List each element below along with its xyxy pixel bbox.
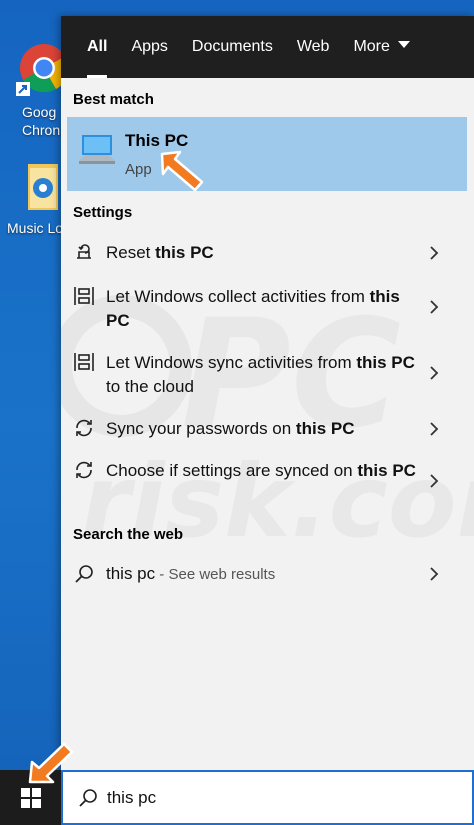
chrome-icon: [16, 44, 62, 96]
text-part: Let Windows sync activities from: [106, 353, 357, 372]
best-match-type: App: [125, 161, 152, 178]
windows-logo-icon: [20, 787, 41, 808]
settings-item-sync-passwords[interactable]: Sync your passwords on this PC: [61, 414, 474, 444]
chevron-right-icon: [430, 300, 439, 314]
text-part-bold: this PC: [295, 419, 355, 438]
settings-item-label: Let Windows collect activities from this…: [106, 285, 416, 333]
sync-icon: [76, 461, 92, 479]
timeline-icon: [74, 287, 94, 305]
web-heading: Search the web: [73, 526, 184, 543]
text-part-bold: this PC: [155, 243, 214, 262]
tab-more[interactable]: More: [341, 16, 421, 78]
settings-heading: Settings: [73, 204, 133, 221]
tab-label: Web: [296, 38, 330, 55]
best-match-heading: Best match: [73, 91, 154, 108]
settings-item-label: Let Windows sync activities from this PC…: [106, 351, 416, 399]
text-part: Choose if settings are synced on: [106, 461, 358, 480]
web-result-label: this pc - See web results: [106, 562, 416, 587]
text-part: Sync your passwords on: [106, 419, 296, 438]
best-match-name: This PC: [125, 131, 189, 150]
desktop-folder-label: Music Lo: [7, 220, 64, 236]
text-part-bold: this PC: [356, 353, 415, 372]
tab-web[interactable]: Web: [285, 16, 342, 78]
settings-item-sync-activities[interactable]: Let Windows sync activities from this PC…: [61, 348, 474, 400]
best-match-this-pc[interactable]: This PC App: [67, 117, 467, 191]
folder-icon: [28, 164, 58, 210]
taskbar-search-box[interactable]: [61, 770, 474, 825]
search-panel: All Apps Documents Web More PC risk.com …: [61, 16, 474, 770]
chevron-right-icon: [430, 422, 439, 436]
text-part: Reset: [106, 243, 156, 262]
text-part: Let Windows collect activities from: [106, 287, 370, 306]
search-input[interactable]: [107, 782, 447, 814]
tab-label: Apps: [131, 38, 168, 55]
sync-icon: [76, 419, 92, 437]
settings-item-settings-synced[interactable]: Choose if settings are synced on this PC: [61, 456, 474, 508]
desktop-shortcut-label: Goog: [22, 104, 57, 120]
tab-documents[interactable]: Documents: [180, 16, 285, 78]
settings-item-reset[interactable]: Reset this PC: [61, 238, 474, 268]
search-tabs: All Apps Documents Web More: [61, 16, 474, 78]
tab-label: Documents: [191, 38, 273, 55]
search-icon: [79, 789, 97, 807]
settings-item-label: Choose if settings are synced on this PC: [106, 459, 416, 483]
web-suffix: - See web results: [155, 566, 276, 583]
settings-item-collect-activities[interactable]: Let Windows collect activities from this…: [61, 282, 474, 334]
tab-all[interactable]: All: [75, 16, 119, 78]
desktop-shortcut-label: Chron: [22, 122, 61, 138]
chevron-right-icon: [430, 246, 439, 260]
web-query: this pc: [106, 564, 156, 583]
chevron-right-icon: [430, 366, 439, 380]
chevron-right-icon: [430, 474, 439, 488]
chevron-down-icon: [397, 41, 410, 49]
search-icon: [75, 565, 93, 583]
tab-apps[interactable]: Apps: [119, 16, 179, 78]
tab-label: All: [87, 38, 108, 55]
tab-label: More: [353, 38, 390, 55]
taskbar: [0, 770, 474, 825]
reset-icon: [77, 244, 91, 259]
settings-item-label: Sync your passwords on this PC: [106, 417, 416, 441]
chevron-right-icon: [430, 567, 439, 581]
start-button[interactable]: [0, 770, 61, 825]
computer-icon: [79, 135, 115, 164]
text-part: to the cloud: [106, 377, 194, 396]
web-result-this-pc[interactable]: this pc - See web results: [61, 559, 474, 589]
timeline-icon: [74, 353, 94, 371]
text-part-bold: this PC: [357, 461, 416, 480]
settings-item-label: Reset this PC: [106, 241, 416, 265]
